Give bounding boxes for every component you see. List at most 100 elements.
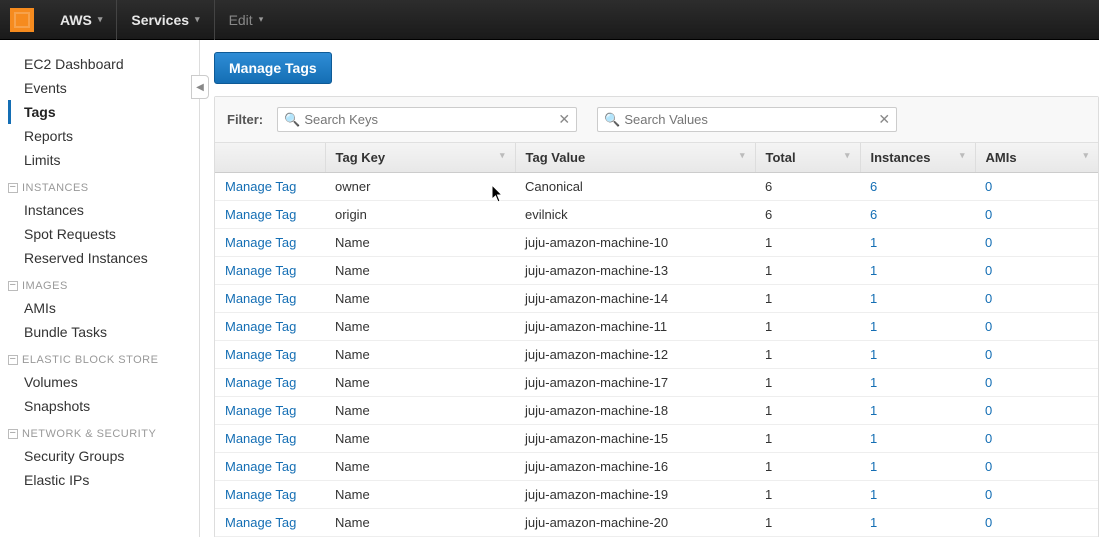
cell-instances-link[interactable]: 1	[870, 375, 877, 390]
search-values-input[interactable]	[624, 112, 878, 127]
sidebar-item-ec2-dashboard[interactable]: EC2 Dashboard	[8, 52, 199, 76]
table-row[interactable]: Manage TagNamejuju-amazon-machine-12110	[215, 341, 1098, 369]
search-values-box[interactable]: 🔍 ✕	[597, 107, 897, 132]
clear-icon[interactable]: ✕	[558, 111, 570, 128]
cell-amis-link[interactable]: 0	[985, 207, 992, 222]
cell-instances-link[interactable]: 1	[870, 459, 877, 474]
manage-tag-link[interactable]: Manage Tag	[225, 487, 296, 502]
cell-instances-link[interactable]: 1	[870, 319, 877, 334]
sidebar-item-elastic-ips[interactable]: Elastic IPs	[8, 468, 199, 492]
table-row[interactable]: Manage TagNamejuju-amazon-machine-19110	[215, 481, 1098, 509]
cell-amis-link[interactable]: 0	[985, 319, 992, 334]
manage-tag-link[interactable]: Manage Tag	[225, 179, 296, 194]
manage-tag-link[interactable]: Manage Tag	[225, 347, 296, 362]
cell-amis-link[interactable]: 0	[985, 515, 992, 530]
manage-tag-link[interactable]: Manage Tag	[225, 207, 296, 222]
cell-amis-link[interactable]: 0	[985, 431, 992, 446]
cell-amis-link[interactable]: 0	[985, 263, 992, 278]
table-row[interactable]: Manage TagNamejuju-amazon-machine-18110	[215, 397, 1098, 425]
cell-instances-link[interactable]: 6	[870, 207, 877, 222]
clear-icon[interactable]: ✕	[878, 111, 890, 128]
manage-tag-link[interactable]: Manage Tag	[225, 263, 296, 278]
search-keys-box[interactable]: 🔍 ✕	[277, 107, 577, 132]
col-tag-key[interactable]: Tag Key▾	[325, 143, 515, 173]
table-row[interactable]: Manage TagNamejuju-amazon-machine-16110	[215, 453, 1098, 481]
sidebar-group-images[interactable]: −IMAGES	[8, 270, 199, 296]
cell-instances-link[interactable]: 1	[870, 263, 877, 278]
sidebar-collapse-handle[interactable]: ◀	[191, 75, 209, 99]
table-row[interactable]: Manage TagownerCanonical660	[215, 173, 1098, 201]
cell-tag-value: juju-amazon-machine-20	[515, 509, 755, 537]
table-row[interactable]: Manage TagNamejuju-amazon-machine-17110	[215, 369, 1098, 397]
search-keys-input[interactable]	[304, 112, 558, 127]
sidebar-item-spot-requests[interactable]: Spot Requests	[8, 222, 199, 246]
sidebar-group-network-security[interactable]: −NETWORK & SECURITY	[8, 418, 199, 444]
cell-instances-link[interactable]: 1	[870, 235, 877, 250]
cell-amis-link[interactable]: 0	[985, 459, 992, 474]
sidebar-item-security-groups[interactable]: Security Groups	[8, 444, 199, 468]
sidebar-item-events[interactable]: Events	[8, 76, 199, 100]
sidebar-item-snapshots[interactable]: Snapshots	[8, 394, 199, 418]
cell-amis-link[interactable]: 0	[985, 179, 992, 194]
cell-instances-link[interactable]: 1	[870, 487, 877, 502]
sidebar-item-volumes[interactable]: Volumes	[8, 370, 199, 394]
manage-tag-link[interactable]: Manage Tag	[225, 515, 296, 530]
col-amis[interactable]: AMIs▾	[975, 143, 1098, 173]
cell-total: 1	[755, 341, 860, 369]
manage-tag-link[interactable]: Manage Tag	[225, 459, 296, 474]
cell-instances-link[interactable]: 1	[870, 431, 877, 446]
sidebar-group-elastic-block-store[interactable]: −ELASTIC BLOCK STORE	[8, 344, 199, 370]
cell-total: 6	[755, 201, 860, 229]
sort-icon: ▾	[500, 150, 505, 161]
nav-services[interactable]: Services ▾	[117, 0, 213, 40]
manage-tag-link[interactable]: Manage Tag	[225, 319, 296, 334]
sidebar-item-limits[interactable]: Limits	[8, 148, 199, 172]
cell-instances-link[interactable]: 1	[870, 291, 877, 306]
cell-amis-link[interactable]: 0	[985, 403, 992, 418]
sort-icon: ▾	[740, 150, 745, 161]
manage-tag-link[interactable]: Manage Tag	[225, 235, 296, 250]
cell-tag-value: juju-amazon-machine-18	[515, 397, 755, 425]
table-row[interactable]: Manage TagNamejuju-amazon-machine-11110	[215, 313, 1098, 341]
nav-brand[interactable]: AWS ▾	[46, 0, 116, 40]
sidebar-group-instances[interactable]: −INSTANCES	[8, 172, 199, 198]
sidebar-item-reports[interactable]: Reports	[8, 124, 199, 148]
manage-tag-link[interactable]: Manage Tag	[225, 375, 296, 390]
table-row[interactable]: Manage Tagoriginevilnick660	[215, 201, 1098, 229]
table-row[interactable]: Manage TagNamejuju-amazon-machine-10110	[215, 229, 1098, 257]
manage-tag-link[interactable]: Manage Tag	[225, 291, 296, 306]
sidebar-item-tags[interactable]: Tags	[8, 100, 199, 124]
cell-instances-link[interactable]: 1	[870, 347, 877, 362]
content-area: Manage Tags Filter: 🔍 ✕ 🔍 ✕	[200, 40, 1099, 537]
table-row[interactable]: Manage TagNamejuju-amazon-machine-15110	[215, 425, 1098, 453]
manage-tag-link[interactable]: Manage Tag	[225, 431, 296, 446]
nav-edit[interactable]: Edit ▾	[215, 0, 278, 40]
table-row[interactable]: Manage TagNamejuju-amazon-machine-20110	[215, 509, 1098, 537]
cell-tag-value: juju-amazon-machine-10	[515, 229, 755, 257]
tags-table: Tag Key▾ Tag Value▾ Total▾ Instances▾ AM…	[215, 143, 1098, 537]
sidebar-item-amis[interactable]: AMIs	[8, 296, 199, 320]
col-tag-value[interactable]: Tag Value▾	[515, 143, 755, 173]
cell-amis-link[interactable]: 0	[985, 235, 992, 250]
cell-total: 1	[755, 313, 860, 341]
col-total[interactable]: Total▾	[755, 143, 860, 173]
sidebar-item-reserved-instances[interactable]: Reserved Instances	[8, 246, 199, 270]
cell-instances-link[interactable]: 1	[870, 403, 877, 418]
cell-instances-link[interactable]: 1	[870, 515, 877, 530]
table-row[interactable]: Manage TagNamejuju-amazon-machine-13110	[215, 257, 1098, 285]
table-row[interactable]: Manage TagNamejuju-amazon-machine-14110	[215, 285, 1098, 313]
sidebar-item-bundle-tasks[interactable]: Bundle Tasks	[8, 320, 199, 344]
cell-amis-link[interactable]: 0	[985, 347, 992, 362]
col-instances[interactable]: Instances▾	[860, 143, 975, 173]
manage-tags-button[interactable]: Manage Tags	[214, 52, 332, 84]
cell-tag-value: evilnick	[515, 201, 755, 229]
col-manage[interactable]	[215, 143, 325, 173]
aws-logo-icon[interactable]	[10, 8, 34, 32]
cell-total: 1	[755, 453, 860, 481]
sidebar-item-instances[interactable]: Instances	[8, 198, 199, 222]
cell-amis-link[interactable]: 0	[985, 375, 992, 390]
cell-instances-link[interactable]: 6	[870, 179, 877, 194]
cell-amis-link[interactable]: 0	[985, 291, 992, 306]
cell-amis-link[interactable]: 0	[985, 487, 992, 502]
manage-tag-link[interactable]: Manage Tag	[225, 403, 296, 418]
